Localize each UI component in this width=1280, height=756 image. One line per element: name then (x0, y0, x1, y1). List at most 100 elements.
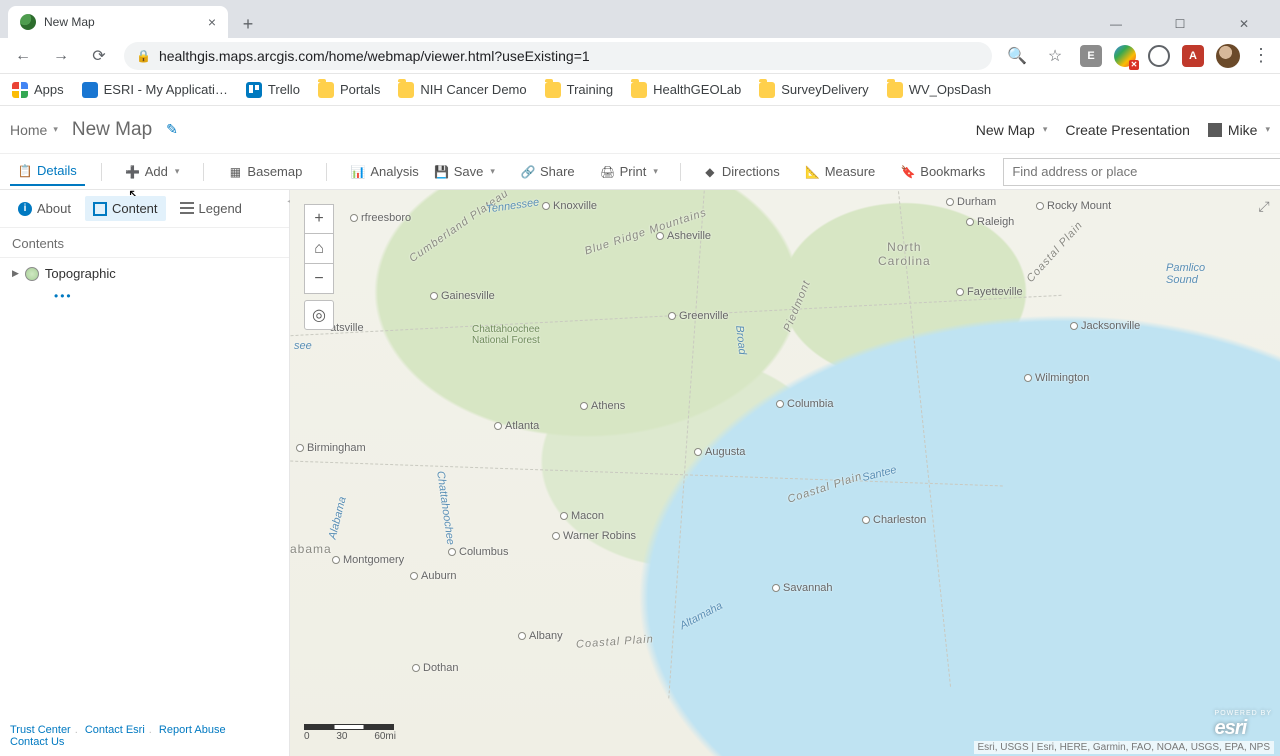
locate-button[interactable]: ◎ (304, 300, 334, 330)
close-window-button[interactable]: ✕ (1222, 10, 1266, 38)
print-button[interactable]: 🖨Print▾ (593, 158, 666, 185)
share-button[interactable]: 🔗Share (513, 158, 583, 185)
measure-icon: 📐 (806, 165, 820, 179)
layer-more-icon[interactable]: ••• (0, 289, 289, 303)
report-abuse-link[interactable]: Report Abuse (159, 724, 226, 736)
new-map-dropdown[interactable]: New Map▾ (976, 122, 1048, 138)
bookmark-portals[interactable]: Portals (318, 82, 380, 98)
back-button[interactable]: ← (10, 43, 36, 69)
bookmark-healthgeolab[interactable]: HealthGEOLab (631, 82, 741, 98)
bookmark-surveydelivery[interactable]: SurveyDelivery (759, 82, 868, 98)
details-button[interactable]: 📋Details (10, 157, 85, 186)
home-extent-button[interactable]: ⌂ (304, 234, 334, 264)
page-icon (82, 82, 98, 98)
browser-tab[interactable]: New Map × (8, 6, 228, 38)
bookmark-apps[interactable]: Apps (12, 82, 64, 98)
analysis-icon: 📊 (351, 165, 365, 179)
bookmark-nih[interactable]: NIH Cancer Demo (398, 82, 526, 98)
user-menu[interactable]: Mike▾ (1208, 122, 1270, 138)
minimize-button[interactable]: — (1094, 10, 1138, 38)
chevron-down-icon: ▾ (175, 166, 180, 177)
expand-icon[interactable]: ▶ (12, 268, 19, 279)
tab-strip: New Map × + — ☐ ✕ (0, 0, 1280, 38)
maximize-button[interactable]: ☐ (1158, 10, 1202, 38)
save-icon: 💾 (435, 165, 449, 179)
separator (680, 163, 681, 181)
toolbar-right: 🔍 ☆ E A ⋮ (1004, 43, 1270, 69)
separator (203, 163, 204, 181)
url-text: healthgis.maps.arcgis.com/home/webmap/vi… (159, 48, 590, 64)
user-avatar-icon (1208, 123, 1222, 137)
chrome-menu-icon[interactable]: ⋮ (1252, 45, 1270, 66)
address-bar: ← → ⟳ 🔒 healthgis.maps.arcgis.com/home/w… (0, 38, 1280, 74)
edit-title-icon[interactable]: ✎ (166, 121, 178, 138)
fullscreen-icon[interactable]: ⤢ (1254, 196, 1274, 216)
folder-icon (887, 82, 903, 98)
contact-us-link[interactable]: Contact Us (10, 736, 64, 748)
legend-icon (180, 202, 194, 216)
folder-icon (318, 82, 334, 98)
window-controls: — ☐ ✕ (1094, 10, 1272, 38)
profile-avatar[interactable] (1216, 44, 1240, 68)
layer-visibility-toggle[interactable] (25, 267, 39, 281)
zoom-page-icon[interactable]: 🔍 (1004, 43, 1030, 69)
home-dropdown[interactable]: Home▾ (10, 122, 58, 138)
folder-icon (545, 82, 561, 98)
bookmark-trello[interactable]: Trello (246, 82, 300, 98)
extension-circle-icon[interactable] (1148, 45, 1170, 67)
details-icon: 📋 (18, 164, 32, 178)
close-tab-icon[interactable]: × (208, 14, 216, 30)
chevron-down-icon: ▾ (653, 166, 658, 177)
folder-icon (631, 82, 647, 98)
tab-favicon (20, 14, 36, 30)
measure-button[interactable]: 📐Measure (798, 158, 884, 185)
directions-button[interactable]: ◆Directions (695, 158, 788, 185)
save-button[interactable]: 💾Save▾ (427, 158, 503, 185)
reload-button[interactable]: ⟳ (86, 43, 112, 69)
contact-esri-link[interactable]: Contact Esri (85, 724, 145, 736)
zoom-in-button[interactable]: + (304, 204, 334, 234)
add-icon: ➕ (126, 165, 140, 179)
bookmarks-button[interactable]: 🔖Bookmarks (893, 158, 993, 185)
zoom-out-button[interactable]: − (304, 264, 334, 294)
bookmark-wvopsdash[interactable]: WV_OpsDash (887, 82, 991, 98)
layer-row-topographic[interactable]: ▶ Topographic (0, 258, 289, 289)
folder-icon (759, 82, 775, 98)
legend-tab[interactable]: Legend (172, 196, 250, 221)
chevron-down-icon: ▾ (1265, 124, 1270, 135)
extension-globe-icon[interactable] (1114, 45, 1136, 67)
content-icon (93, 202, 107, 216)
extension-evernote-icon[interactable]: E (1080, 45, 1102, 67)
separator (101, 163, 102, 181)
trust-center-link[interactable]: Trust Center (10, 724, 71, 736)
chevron-down-icon: ▾ (1043, 124, 1048, 135)
create-presentation-link[interactable]: Create Presentation (1065, 122, 1190, 138)
lock-icon: 🔒 (136, 49, 151, 63)
bookmark-esri[interactable]: ESRI - My Applicati… (82, 82, 228, 98)
url-field[interactable]: 🔒 healthgis.maps.arcgis.com/home/webmap/… (124, 42, 992, 70)
footer-links: Trust Center. Contact Esri. Report Abuse… (0, 718, 289, 756)
forward-button[interactable]: → (48, 43, 74, 69)
chevron-down-icon: ▾ (490, 166, 495, 177)
analysis-button[interactable]: 📊Analysis (343, 158, 426, 185)
bookmark-training[interactable]: Training (545, 82, 613, 98)
star-icon[interactable]: ☆ (1042, 43, 1068, 69)
search-input[interactable] (1004, 164, 1280, 179)
extension-pdf-icon[interactable]: A (1182, 45, 1204, 67)
main-area: iAbout Content Legend ◀ Contents ▶ Topog… (0, 190, 1280, 756)
app-header: Home▾ New Map ✎ New Map▾ Create Presenta… (0, 106, 1280, 154)
map-canvas[interactable]: Knoxville rfreesboro Asheville atsville … (290, 190, 1280, 756)
tab-title: New Map (44, 15, 95, 29)
content-tab[interactable]: Content (85, 196, 166, 221)
chevron-down-icon: ▾ (53, 124, 58, 135)
map-title: New Map (72, 119, 152, 141)
info-icon: i (18, 202, 32, 216)
basemap-button[interactable]: ▦Basemap (220, 158, 310, 185)
bookmarks-icon: 🔖 (901, 165, 915, 179)
map-toolbar: 📋Details ➕Add▾ ▦Basemap 📊Analysis 💾Save▾… (0, 154, 1280, 190)
details-tabs: iAbout Content Legend ◀ (0, 190, 289, 228)
add-button[interactable]: ➕Add▾ (118, 158, 188, 185)
new-tab-button[interactable]: + (234, 10, 262, 38)
print-icon: 🖨 (601, 165, 615, 179)
about-tab[interactable]: iAbout (10, 196, 79, 221)
